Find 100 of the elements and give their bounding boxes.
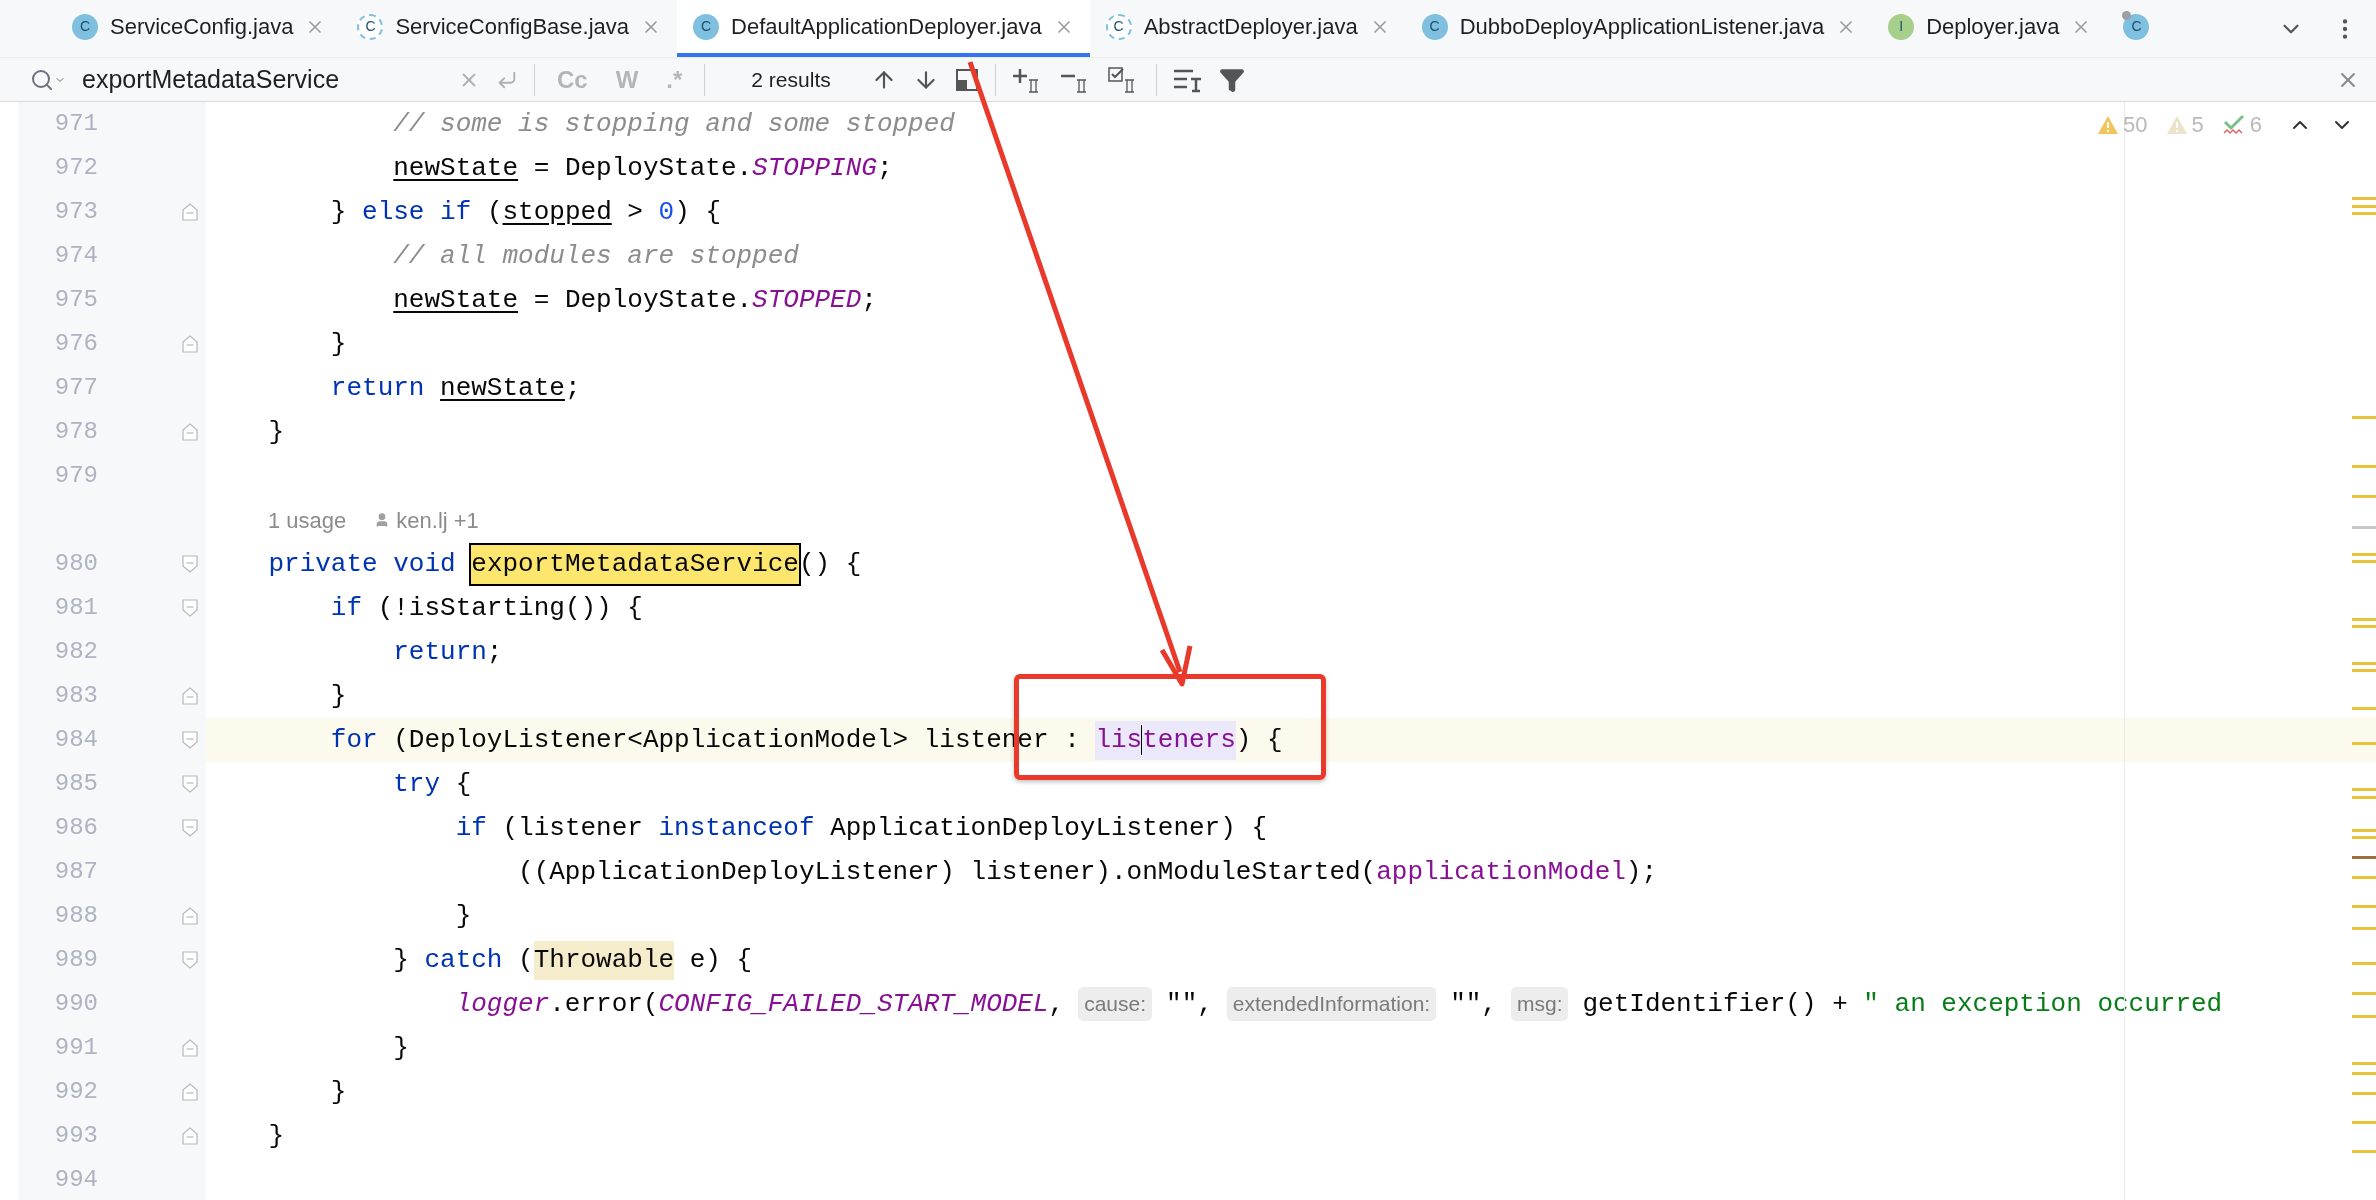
code-token: ApplicationDeployListener) {: [830, 811, 1268, 845]
code-token: ;: [486, 635, 503, 669]
tab-label: Deployer.java: [1926, 13, 2060, 41]
line-number: 979: [53, 461, 98, 491]
editor-tab[interactable]: C DubboDeployApplicationListener.java: [1405, 0, 1873, 57]
code-token: if: [440, 195, 472, 229]
code-token: .error(: [549, 987, 659, 1021]
tab-label: DefaultApplicationDeployer.java: [731, 13, 1042, 41]
fold-marker-icon[interactable]: [182, 1127, 198, 1145]
line-number: 982: [53, 637, 98, 667]
line-number: 981: [53, 593, 98, 623]
code-token: catch: [424, 943, 503, 977]
code-token: }: [330, 679, 347, 713]
code-token: void: [393, 547, 456, 581]
fold-marker-icon[interactable]: [182, 775, 198, 793]
class-file-icon: C: [1105, 13, 1132, 40]
tab-label: AbstractDeployer.java: [1143, 13, 1358, 41]
code-token: (listener: [502, 811, 643, 845]
line-number: 991: [53, 1033, 98, 1063]
code-token: instanceof: [658, 811, 815, 845]
code-token: // some is stopping and some stopped: [393, 107, 955, 141]
parameter-hint: extendedInformation:: [1226, 987, 1437, 1021]
code-token: >: [627, 195, 643, 229]
code-token: private: [268, 547, 378, 581]
fold-marker-icon[interactable]: [182, 731, 198, 749]
search-icon[interactable]: [30, 67, 54, 92]
code-token: }: [330, 327, 347, 361]
editor-tab[interactable]: C DefaultApplicationDeployer.java: [677, 0, 1090, 57]
code-token: (: [486, 195, 503, 229]
class-file-icon: C: [2123, 13, 2150, 40]
code-token: " an exception occurred: [1863, 987, 2223, 1021]
code-token: }: [393, 943, 409, 977]
code-token: (!isStarting()) {: [377, 591, 643, 625]
class-file-icon: C: [693, 13, 719, 40]
code-token: newState: [393, 283, 519, 317]
window-icon[interactable]: [954, 67, 979, 92]
fold-marker-icon[interactable]: [182, 819, 198, 837]
code-token: exportMetadataService: [471, 544, 799, 584]
code-token: ;: [876, 151, 893, 185]
code-token: ,: [1048, 987, 1065, 1021]
fold-marker-icon[interactable]: [182, 203, 198, 221]
line-number: 987: [53, 857, 98, 887]
fold-marker-icon[interactable]: [182, 951, 198, 969]
fold-marker-icon[interactable]: [182, 335, 198, 353]
code-token: = DeployState.: [533, 151, 753, 185]
line-number: 984: [53, 725, 98, 755]
results-count: 2 results: [751, 66, 831, 93]
code-token: e) {: [689, 943, 753, 977]
editor-tab[interactable]: C AbstractDeployer.java: [1089, 0, 1406, 57]
code-token: );: [1625, 855, 1658, 889]
editor-tab[interactable]: I Deployer.java: [1872, 0, 2108, 57]
line-number: 985: [53, 769, 98, 799]
code-token: ) {: [674, 195, 721, 229]
fold-marker-icon[interactable]: [182, 1083, 198, 1101]
tab-label: DubboDeployApplicationListener.java: [1459, 13, 1825, 41]
code-token: }: [393, 1031, 409, 1065]
fold-marker-icon[interactable]: [182, 687, 198, 705]
code-token: ;: [861, 283, 877, 317]
code-token: logger: [455, 987, 550, 1021]
code-token: teners: [1142, 720, 1236, 760]
code-token: try: [393, 767, 441, 801]
line-number: 974: [53, 241, 98, 271]
code-token: {: [455, 767, 472, 801]
editor-tab[interactable]: C: [2107, 0, 2166, 57]
usage-hint[interactable]: 1 usage: [268, 503, 347, 537]
author-hint[interactable]: ken.lj +1: [396, 503, 479, 537]
code-token: ((ApplicationDeployListener) listener).onModuleStarted(: [518, 855, 1377, 889]
code-token: newState: [393, 151, 519, 185]
class-file-icon: C: [357, 13, 384, 40]
code-token: return: [393, 635, 487, 669]
search-field[interactable]: exportMetadataService: [82, 60, 442, 99]
code-token: lis: [1095, 720, 1143, 760]
warning-icon: [2165, 114, 2188, 135]
line-number: 993: [53, 1121, 98, 1151]
fold-marker-icon[interactable]: [182, 599, 198, 617]
fold-marker-icon[interactable]: [182, 423, 198, 441]
class-file-icon: I: [1888, 13, 1915, 40]
spellcheck-icon: [2221, 113, 2246, 136]
code-token: applicationModel: [1376, 855, 1626, 889]
code-token: stopped: [502, 195, 612, 229]
code-token: }: [330, 1075, 347, 1109]
fold-marker-icon[interactable]: [182, 907, 198, 925]
editor-tab[interactable]: C ServiceConfig.java: [56, 0, 342, 57]
line-number: 994: [53, 1165, 98, 1195]
code-token: CONFIG_FAILED_START_MODEL: [658, 987, 1049, 1021]
code-token: (: [518, 943, 534, 977]
filter-icon[interactable]: [1218, 66, 1245, 93]
code-token: 0: [658, 195, 675, 229]
line-number: 975: [53, 285, 98, 315]
line-number: 986: [53, 813, 98, 843]
line-number: 973: [53, 197, 98, 227]
fold-marker-icon[interactable]: [182, 1039, 198, 1057]
code-token: }: [268, 1119, 285, 1153]
editor-tab[interactable]: C ServiceConfigBase.java: [341, 0, 677, 57]
tab-label: ServiceConfig.java: [110, 13, 294, 41]
class-file-icon: C: [72, 13, 98, 40]
fold-marker-icon[interactable]: [182, 555, 198, 573]
code-token: STOPPED: [752, 283, 862, 317]
code-token: if: [455, 811, 487, 845]
code-token: }: [455, 899, 472, 933]
